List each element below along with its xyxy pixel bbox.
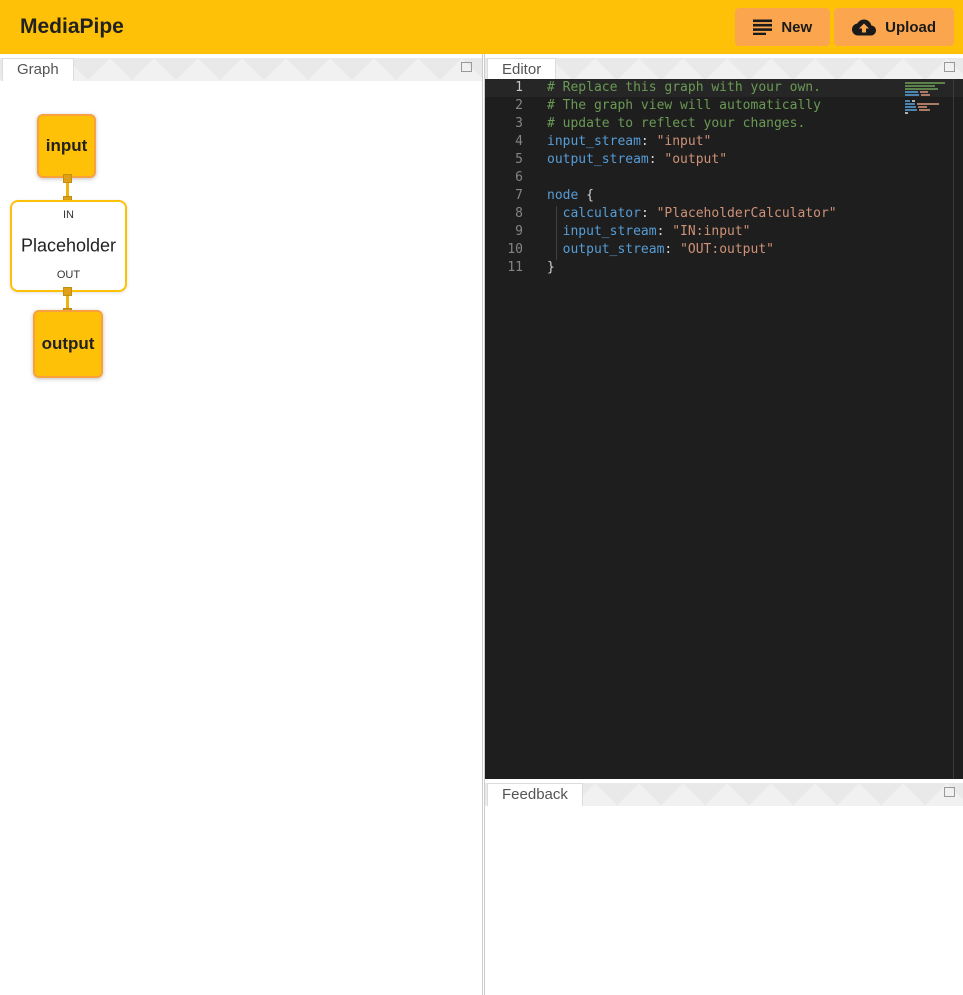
editor-line: 6 <box>485 169 963 187</box>
code-text: calculator: "PlaceholderCalculator" <box>523 205 837 223</box>
line-number: 3 <box>485 115 523 133</box>
editor-line: 7node { <box>485 187 963 205</box>
upload-button[interactable]: Upload <box>834 8 954 46</box>
code-text: output_stream: "OUT:output" <box>523 241 774 259</box>
line-number: 2 <box>485 97 523 115</box>
editor-line: 4input_stream: "input" <box>485 133 963 151</box>
graph-node-output-label: output <box>42 334 95 354</box>
line-number: 11 <box>485 259 523 277</box>
tab-feedback[interactable]: Feedback <box>487 783 583 806</box>
graph-node-output[interactable]: output <box>33 310 103 378</box>
new-button-label: New <box>781 19 812 36</box>
port-dot-placeholder-out <box>63 287 72 296</box>
new-button[interactable]: New <box>735 8 830 46</box>
editor-line: 1# Replace this graph with your own. <box>485 79 963 97</box>
list-icon <box>753 19 772 35</box>
graph-tabbar: Graph <box>0 58 482 81</box>
line-number: 9 <box>485 223 523 241</box>
app-header: MediaPipe New Upload <box>0 0 963 54</box>
line-number: 5 <box>485 151 523 169</box>
placeholder-in-port-label: IN <box>12 209 125 221</box>
cloud-upload-icon <box>852 18 876 36</box>
tab-editor[interactable]: Editor <box>487 58 556 81</box>
graph-node-input-label: input <box>46 136 88 156</box>
app-title: MediaPipe <box>20 15 124 39</box>
right-column: Editor 1# Replace this graph with your o… <box>484 54 963 995</box>
graph-node-placeholder[interactable]: IN Placeholder OUT <box>10 200 127 292</box>
maximize-icon[interactable] <box>944 62 955 72</box>
minimap[interactable] <box>905 82 949 115</box>
line-number: 1 <box>485 79 523 97</box>
graph-panel: Graph input IN Placeholder OUT output <box>0 54 483 995</box>
code-text: output_stream: "output" <box>523 151 727 169</box>
header-actions: New Upload <box>735 8 954 46</box>
editor-line: 3# update to reflect your changes. <box>485 115 963 133</box>
line-number: 6 <box>485 169 523 187</box>
code-text: # update to reflect your changes. <box>523 115 805 133</box>
indent-guide <box>556 206 557 260</box>
placeholder-out-port-label: OUT <box>12 269 125 281</box>
code-text <box>523 169 547 187</box>
code-text: input_stream: "input" <box>523 133 711 151</box>
port-dot-input-out <box>63 174 72 183</box>
code-text: node { <box>523 187 594 205</box>
editor-line: 11} <box>485 259 963 277</box>
scrollbar-ruler[interactable] <box>953 79 954 779</box>
code-text: input_stream: "IN:input" <box>523 223 751 241</box>
code-text: } <box>523 259 555 277</box>
graph-node-input[interactable]: input <box>37 114 96 178</box>
line-number: 4 <box>485 133 523 151</box>
line-number: 7 <box>485 187 523 205</box>
code-text: # The graph view will automatically <box>523 97 821 115</box>
tab-graph[interactable]: Graph <box>2 58 74 81</box>
line-number: 10 <box>485 241 523 259</box>
feedback-content <box>485 806 963 995</box>
editor-tabbar: Editor <box>485 58 963 81</box>
code-text: # Replace this graph with your own. <box>523 79 821 97</box>
graph-node-placeholder-label: Placeholder <box>12 236 125 257</box>
editor-line: 2# The graph view will automatically <box>485 97 963 115</box>
code-editor[interactable]: 1# Replace this graph with your own.2# T… <box>485 79 963 779</box>
maximize-icon[interactable] <box>944 787 955 797</box>
graph-canvas[interactable]: input IN Placeholder OUT output <box>0 81 482 995</box>
feedback-tabbar: Feedback <box>485 783 963 806</box>
editor-line: 5output_stream: "output" <box>485 151 963 169</box>
maximize-icon[interactable] <box>461 62 472 72</box>
line-number: 8 <box>485 205 523 223</box>
upload-button-label: Upload <box>885 19 936 36</box>
